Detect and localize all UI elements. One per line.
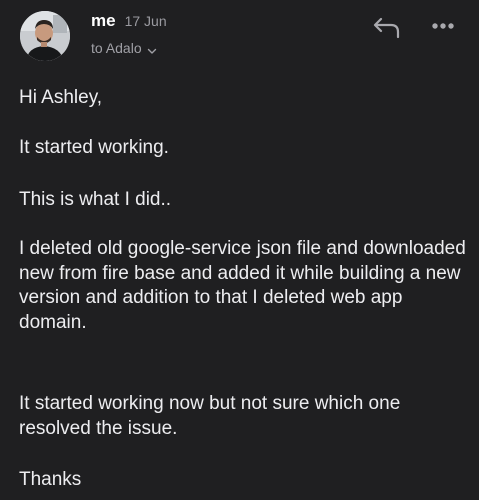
- message-header: me 17 Jun to Adalo: [0, 0, 479, 80]
- message-greeting: Hi Ashley,: [19, 87, 103, 108]
- recipient-label: to Adalo: [91, 40, 142, 56]
- reply-button[interactable]: [371, 14, 403, 42]
- recipient-toggle[interactable]: to Adalo: [91, 40, 157, 56]
- message-paragraph: It started working.: [19, 137, 169, 158]
- sender-avatar[interactable]: [20, 11, 70, 61]
- reply-icon: [373, 17, 400, 39]
- sender-name[interactable]: me: [91, 11, 116, 31]
- message-date: 17 Jun: [124, 13, 167, 29]
- sender-row: me 17 Jun: [91, 11, 167, 31]
- message-paragraph: I deleted old google-service json file a…: [19, 238, 466, 333]
- chevron-down-icon: [147, 43, 157, 54]
- avatar-photo: [20, 11, 70, 61]
- more-options-button[interactable]: [427, 16, 459, 36]
- message-paragraph: This is what I did..: [19, 189, 172, 210]
- message-paragraph: It started working now but not sure whic…: [19, 393, 401, 439]
- more-horizontal-icon: [432, 23, 454, 29]
- message-signoff: Thanks: [19, 469, 82, 490]
